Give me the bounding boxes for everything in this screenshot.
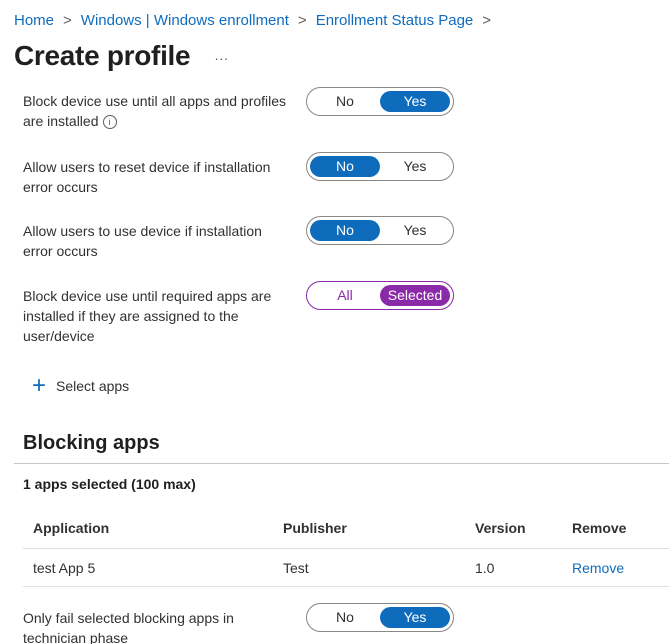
- blocking-apps-title: Blocking apps: [23, 432, 160, 454]
- cell-application: test App 5: [33, 560, 96, 576]
- section-divider: [14, 463, 669, 464]
- toggle-option-yes[interactable]: Yes: [380, 91, 450, 112]
- setting-allow-reset-label: Allow users to reset device if installat…: [23, 157, 293, 197]
- table-divider: [23, 548, 669, 549]
- breadcrumb-windows-enrollment[interactable]: Windows | Windows enrollment: [81, 12, 289, 29]
- setting-technician-phase-label: Only fail selected blocking apps in tech…: [23, 608, 283, 644]
- table-divider: [23, 586, 669, 587]
- toggle-option-yes[interactable]: Yes: [380, 607, 450, 628]
- toggle-option-all[interactable]: All: [310, 285, 380, 306]
- toggle-allow-use[interactable]: No Yes: [306, 216, 454, 245]
- toggle-option-no[interactable]: No: [310, 156, 380, 177]
- setting-allow-use-label: Allow users to use device if installatio…: [23, 221, 293, 261]
- remove-link[interactable]: Remove: [572, 560, 624, 576]
- setting-label: Allow users to use device if installatio…: [23, 223, 262, 259]
- column-header-version: Version: [475, 520, 526, 536]
- toggle-block-device[interactable]: No Yes: [306, 87, 454, 116]
- info-icon[interactable]: i: [102, 115, 117, 129]
- column-header-publisher: Publisher: [283, 520, 347, 536]
- setting-label: Block device use until all apps and prof…: [23, 93, 287, 129]
- setting-label: Only fail selected blocking apps in tech…: [23, 610, 234, 644]
- setting-block-device-label: Block device use until all apps and prof…: [23, 91, 293, 131]
- select-apps-label: Select apps: [56, 378, 130, 394]
- cell-publisher: Test: [283, 560, 309, 576]
- column-header-application: Application: [33, 520, 110, 536]
- toggle-option-selected[interactable]: Selected: [380, 285, 450, 306]
- breadcrumb-enrollment-status-page[interactable]: Enrollment Status Page: [316, 12, 474, 29]
- apps-selected-count: 1 apps selected (100 max): [23, 476, 196, 492]
- more-options-icon[interactable]: ···: [214, 50, 228, 66]
- cell-version: 1.0: [475, 560, 495, 576]
- breadcrumb: Home > Windows | Windows enrollment > En…: [14, 12, 500, 29]
- select-apps-button[interactable]: + Select apps: [32, 372, 130, 399]
- create-profile-page: Home > Windows | Windows enrollment > En…: [0, 0, 669, 644]
- toggle-option-yes[interactable]: Yes: [380, 220, 450, 241]
- breadcrumb-separator: >: [63, 12, 72, 29]
- toggle-option-no[interactable]: No: [310, 91, 380, 112]
- toggle-option-no[interactable]: No: [310, 220, 380, 241]
- plus-icon: +: [32, 372, 47, 399]
- toggle-required-apps[interactable]: All Selected: [306, 281, 454, 310]
- breadcrumb-separator: >: [297, 12, 307, 29]
- breadcrumb-home[interactable]: Home: [14, 12, 54, 29]
- toggle-option-yes[interactable]: Yes: [380, 156, 450, 177]
- setting-required-apps-label: Block device use until required apps are…: [23, 286, 288, 346]
- setting-label: Allow users to reset device if installat…: [23, 159, 271, 195]
- title-row: Create profile ···: [14, 40, 228, 72]
- toggle-technician-phase[interactable]: No Yes: [306, 603, 454, 632]
- page-title: Create profile: [14, 40, 191, 71]
- toggle-option-no[interactable]: No: [310, 607, 380, 628]
- table-header: Application Publisher Version Remove: [23, 520, 669, 542]
- setting-label: Block device use until required apps are…: [23, 288, 272, 344]
- column-header-remove: Remove: [572, 520, 627, 536]
- toggle-allow-reset[interactable]: No Yes: [306, 152, 454, 181]
- table-row: test App 5 Test 1.0 Remove: [23, 560, 669, 582]
- breadcrumb-separator: >: [482, 12, 492, 29]
